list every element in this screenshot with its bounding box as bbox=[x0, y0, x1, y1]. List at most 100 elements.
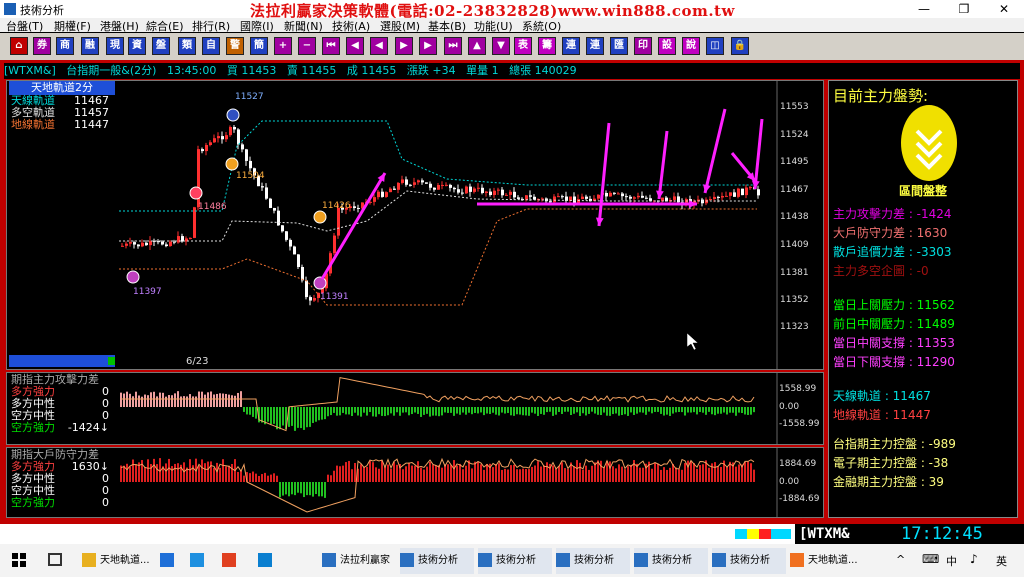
taskbar-app[interactable]: 天地軌道... bbox=[82, 548, 150, 574]
toolbar-button[interactable]: ⏮ bbox=[322, 37, 340, 55]
windows-start-icon[interactable] bbox=[12, 553, 26, 567]
app-icon bbox=[190, 553, 204, 567]
toolbar-button[interactable]: 融 bbox=[81, 37, 99, 55]
candle-body bbox=[145, 242, 148, 246]
toolbar-button[interactable]: ⌂ bbox=[10, 37, 28, 55]
toolbar-button[interactable]: 警 bbox=[226, 37, 244, 55]
toolbar-button[interactable]: 連 bbox=[586, 37, 604, 55]
toolbar-button[interactable]: 表 bbox=[514, 37, 532, 55]
toolbar-button[interactable]: 連 bbox=[562, 37, 580, 55]
toolbar-button[interactable]: ▶ bbox=[395, 37, 413, 55]
toolbar-button[interactable]: 說 bbox=[682, 37, 700, 55]
app-icon bbox=[258, 553, 272, 567]
candle-body bbox=[529, 195, 532, 197]
scroll-thumb[interactable] bbox=[108, 357, 115, 365]
marker-dot bbox=[225, 157, 239, 171]
app-icon bbox=[222, 553, 236, 567]
menu-item[interactable]: 基本(B) bbox=[428, 18, 466, 34]
candlestick-chart[interactable] bbox=[7, 81, 823, 369]
menu-item[interactable]: 台盤(T) bbox=[6, 18, 43, 34]
close-button[interactable]: ✕ bbox=[984, 0, 1024, 18]
keyboard-icon[interactable]: ⌨ bbox=[922, 552, 939, 566]
menu-item[interactable]: 選股(M) bbox=[380, 18, 420, 34]
toolbar-button[interactable]: ▶ bbox=[419, 37, 437, 55]
taskbar-app[interactable] bbox=[160, 548, 178, 574]
menu-item[interactable]: 系統(O) bbox=[522, 18, 561, 34]
stat-line: 前日中關壓力 : 11489 bbox=[833, 317, 955, 331]
status-color-block bbox=[735, 529, 747, 539]
maximize-button[interactable]: ❐ bbox=[944, 0, 984, 18]
menu-item[interactable]: 港盤(H) bbox=[100, 18, 139, 34]
toolbar-button[interactable]: ⏭ bbox=[444, 37, 462, 55]
toolbar-button[interactable]: 設 bbox=[658, 37, 676, 55]
toolbar-button[interactable]: ▲ bbox=[468, 37, 486, 55]
taskbar-app-label: 技術分析 bbox=[730, 555, 770, 566]
taskbar-app[interactable] bbox=[190, 548, 208, 574]
toolbar-button[interactable]: 印 bbox=[634, 37, 652, 55]
menu-item[interactable]: 技術(A) bbox=[332, 18, 370, 34]
tray-up-icon[interactable]: ^ bbox=[896, 553, 905, 566]
candle-body bbox=[293, 246, 296, 255]
menu-item[interactable]: 國際(I) bbox=[240, 18, 274, 34]
menu-item[interactable]: 功能(U) bbox=[474, 18, 513, 34]
menu-item[interactable]: 排行(R) bbox=[192, 18, 230, 34]
candle-body bbox=[581, 196, 584, 200]
toolbar-button[interactable]: 籌 bbox=[538, 37, 556, 55]
menu-item[interactable]: 期權(F) bbox=[54, 18, 91, 34]
toolbar-button[interactable]: 盤 bbox=[152, 37, 170, 55]
candle-body bbox=[237, 129, 240, 145]
toolbar-button[interactable]: ▼ bbox=[492, 37, 510, 55]
toolbar-button[interactable]: 匯 bbox=[610, 37, 628, 55]
toolbar-button[interactable]: 商 bbox=[56, 37, 74, 55]
candle-body bbox=[721, 196, 724, 198]
task-view-icon[interactable] bbox=[48, 553, 62, 566]
mark-label: 11426 bbox=[322, 201, 351, 211]
toolbar-button[interactable]: ◀ bbox=[346, 37, 364, 55]
toolbar-button[interactable]: 自 bbox=[202, 37, 220, 55]
minimize-button[interactable]: — bbox=[904, 0, 944, 18]
language-indicator[interactable]: 英 bbox=[996, 553, 1007, 569]
toolbar-button[interactable]: + bbox=[274, 37, 292, 55]
candle-body bbox=[481, 187, 484, 194]
candle-body bbox=[209, 142, 212, 146]
toolbar-button[interactable]: 🔒 bbox=[731, 37, 749, 55]
candle-body bbox=[393, 188, 396, 190]
candle-body bbox=[277, 210, 280, 226]
taskbar-app[interactable] bbox=[222, 548, 240, 574]
toolbar-button[interactable]: 資 bbox=[128, 37, 146, 55]
taskbar-app[interactable]: 技術分析 bbox=[400, 548, 474, 574]
taskbar-app[interactable]: 天地軌道... bbox=[790, 548, 858, 574]
taskbar-app[interactable]: 技術分析 bbox=[634, 548, 708, 574]
taskbar-app[interactable]: 技術分析 bbox=[712, 548, 786, 574]
menu-item[interactable]: 綜合(E) bbox=[146, 18, 184, 34]
taskbar-app[interactable] bbox=[258, 548, 276, 574]
taskbar-app[interactable]: 技術分析 bbox=[556, 548, 630, 574]
candle-body bbox=[525, 195, 528, 200]
candle-body bbox=[461, 192, 464, 194]
toolbar-button[interactable]: − bbox=[298, 37, 316, 55]
toolbar-button[interactable]: 類 bbox=[178, 37, 196, 55]
toolbar-button[interactable]: 簡 bbox=[250, 37, 268, 55]
ime-indicator[interactable]: 中 bbox=[946, 553, 957, 569]
toolbar-button[interactable]: ◫ bbox=[706, 37, 724, 55]
candle-body bbox=[201, 149, 204, 152]
toolbar-button[interactable]: ◀ bbox=[370, 37, 388, 55]
toolbar-button[interactable]: 券 bbox=[33, 37, 51, 55]
candle-body bbox=[757, 189, 760, 196]
defense-power-panel[interactable] bbox=[6, 447, 824, 518]
toolbar-button[interactable]: 現 bbox=[106, 37, 124, 55]
chart-scrollbar[interactable] bbox=[9, 355, 115, 367]
candle-body bbox=[457, 189, 460, 193]
menu-item[interactable]: 新聞(N) bbox=[284, 18, 323, 34]
toolbar: ⌂ 券商融現資盤類自警簡 + − ⏮ ◀ ◀ ▶ ▶ ⏭ ▲ ▼ 表籌連連匯印設說 ◫ 🔒 bbox=[0, 33, 1024, 60]
price-chart-panel[interactable] bbox=[6, 80, 824, 370]
candle-body bbox=[353, 206, 356, 208]
attack-power-panel[interactable] bbox=[6, 372, 824, 445]
taskbar-app-label: 技術分析 bbox=[652, 555, 692, 566]
taskbar-app[interactable]: 法拉利贏家 bbox=[322, 548, 390, 574]
candle-body bbox=[385, 192, 388, 197]
candle-body bbox=[281, 225, 284, 232]
quote-info-line: [WTXM&] 台指期一般&(2分) 13:45:00 買 11453 賣 11… bbox=[4, 63, 1020, 79]
taskbar-app[interactable]: 技術分析 bbox=[478, 548, 552, 574]
volume-icon[interactable]: ♪ bbox=[970, 552, 978, 566]
